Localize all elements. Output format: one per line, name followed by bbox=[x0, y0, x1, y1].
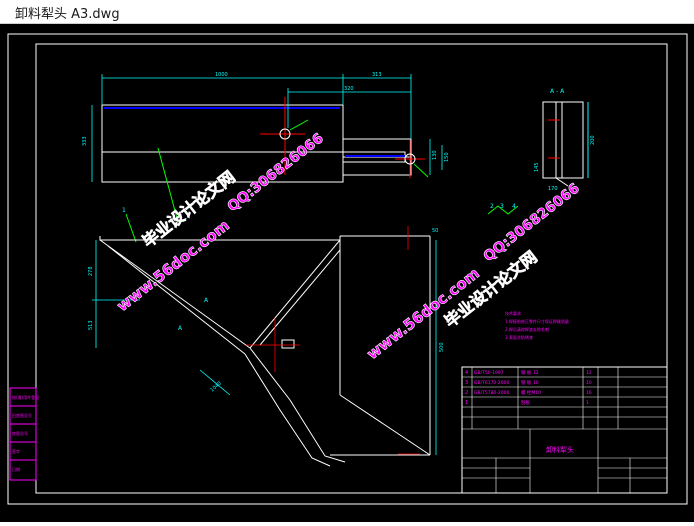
section-mark: A bbox=[204, 297, 209, 304]
callout-label: 1 bbox=[122, 207, 126, 214]
inner-frame-border bbox=[35, 43, 668, 494]
notes-heading: 技术要求 bbox=[505, 310, 521, 316]
front-brace bbox=[259, 249, 341, 346]
tb-row-code: GB/T6170-2000 bbox=[474, 380, 510, 386]
tb-row-no: 1 bbox=[465, 400, 468, 406]
dim-text: 150 bbox=[444, 152, 450, 162]
section-a-a: A - A 200 145 170 bbox=[534, 88, 596, 192]
top-view-outline bbox=[101, 104, 406, 183]
leader-line bbox=[413, 163, 429, 178]
side-table-row: 日期 bbox=[12, 466, 20, 472]
dim-text: 500 bbox=[439, 342, 445, 352]
callout-label: 2 bbox=[490, 203, 494, 210]
side-registration-table: 借(通)用件登记 旧底图总号 底图总号 签字 日期 bbox=[9, 387, 39, 481]
section-label: A - A bbox=[550, 88, 565, 95]
dim-text: 333 bbox=[82, 136, 88, 146]
tb-row-code: GB/T50-1997 bbox=[474, 370, 504, 376]
front-lower-curve bbox=[244, 353, 331, 467]
drawing-svg: 借(通)用件登记 旧底图总号 底图总号 签字 日期 1000 313 320 3… bbox=[7, 33, 688, 505]
front-diagonal bbox=[339, 394, 431, 456]
dim-text: 1000 bbox=[215, 72, 228, 78]
leader-line bbox=[289, 119, 309, 131]
window-titlebar: 卸料犁头 A3.dwg bbox=[0, 0, 694, 24]
front-slot bbox=[281, 339, 295, 349]
watermark-brand: 毕业设计论文网 bbox=[139, 167, 239, 251]
dim-text: 145 bbox=[534, 162, 540, 172]
front-brace bbox=[249, 239, 341, 349]
tb-row-name: 钢 板 12 bbox=[521, 369, 539, 376]
callout-label: 3 bbox=[500, 203, 504, 210]
side-table-row: 签字 bbox=[12, 448, 20, 454]
notes-line: 2.焊后清除焊渣去除毛刺 bbox=[505, 326, 549, 332]
title-block: 4 GB/T50-1997 钢 板 12 12 3 GB/T6170-2000 … bbox=[461, 366, 668, 494]
tb-row-no: 2 bbox=[465, 390, 468, 396]
front-lower-curve bbox=[249, 347, 346, 463]
notes-line: 1.焊接前修正零件尺寸保证焊缝质量 bbox=[505, 318, 569, 324]
dim-text: 170 bbox=[548, 186, 558, 192]
top-view-dimensions bbox=[91, 74, 443, 182]
dim-text: 278 bbox=[88, 266, 94, 276]
window-title: 卸料犁头 A3.dwg bbox=[15, 7, 120, 22]
dim-text: 313 bbox=[372, 72, 382, 78]
top-view: 1000 313 320 333 130 150 bbox=[82, 72, 450, 183]
dim-text: 200 bbox=[590, 135, 596, 145]
side-table-row: 底图总号 bbox=[12, 430, 28, 436]
section-outline bbox=[542, 101, 584, 179]
tb-row-name: 螺 栓M10 bbox=[521, 389, 541, 396]
tb-row-no: 3 bbox=[465, 380, 468, 386]
tb-row-qty: 12 bbox=[586, 370, 592, 376]
notes-line: 3.表面涂防锈漆 bbox=[505, 334, 533, 340]
callout-label: 4 bbox=[512, 203, 516, 210]
leader-line bbox=[125, 213, 137, 243]
side-table-row: 借(通)用件登记 bbox=[12, 394, 39, 400]
dim-text: 130 bbox=[432, 150, 438, 160]
callouts-group: 2 3 4 1 bbox=[122, 147, 519, 243]
dim-text: 50 bbox=[432, 228, 438, 234]
dim-text: 320 bbox=[344, 86, 354, 92]
drawing-name: 卸料犁头 bbox=[546, 445, 574, 454]
tb-row-qty: 1 bbox=[586, 400, 589, 406]
cad-drawing-canvas[interactable]: 借(通)用件登记 旧底图总号 底图总号 签字 日期 1000 313 320 3… bbox=[0, 24, 694, 522]
tb-row-name: 钢 板 10 bbox=[521, 379, 539, 386]
tb-row-code: GB/T5780-2000 bbox=[474, 390, 510, 396]
tb-row-name: 刮板 bbox=[521, 399, 530, 406]
tb-row-qty: 10 bbox=[586, 380, 592, 386]
section-mark: A bbox=[178, 325, 183, 332]
watermark-qq: QQ:306826066 bbox=[225, 130, 327, 215]
tb-row-qty: 16 bbox=[586, 390, 592, 396]
dim-text: 513 bbox=[88, 320, 94, 330]
side-table-row: 旧底图总号 bbox=[12, 412, 32, 418]
technical-notes: 技术要求 1.焊接前修正零件尺寸保证焊缝质量 2.焊后清除焊渣去除毛刺 3.表面… bbox=[505, 310, 569, 340]
tb-row-no: 4 bbox=[465, 370, 468, 376]
